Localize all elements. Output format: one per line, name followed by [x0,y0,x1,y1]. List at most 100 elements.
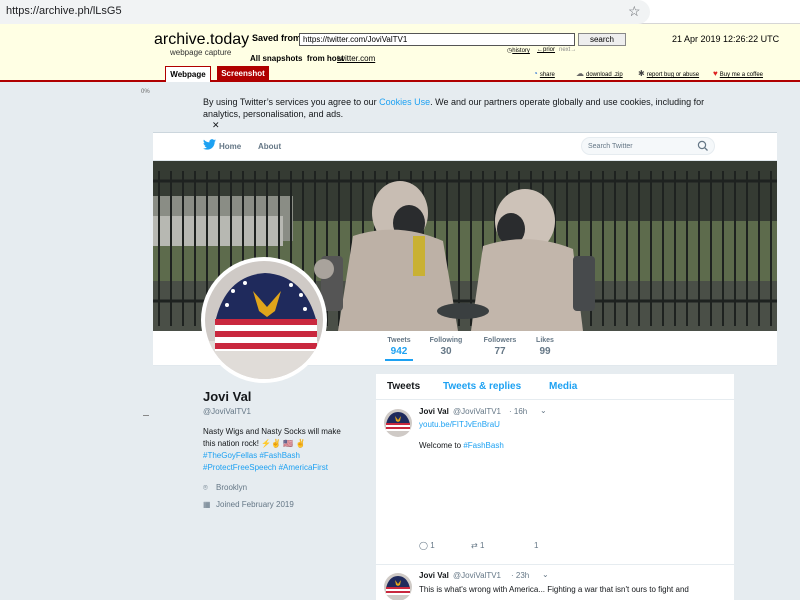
saved-url-input[interactable]: https://twitter.com/JoviValTV1 [299,33,575,46]
tab-media[interactable]: Media [549,381,577,392]
all-snapshots-label: All snapshots from host [250,54,344,63]
coffee-label: Buy me a coffee [719,72,763,78]
cookie-banner: By using Twitter’s services you agree to… [153,93,777,133]
side-marker [143,415,149,416]
share-icon: ◔ [533,69,538,78]
tweet-author-name[interactable]: Jovi Val [419,407,449,416]
heart-icon: ♥ [713,69,718,78]
archived-twitter-page: By using Twitter’s services you agree to… [153,93,777,600]
profile-name[interactable]: Jovi Val [203,389,251,404]
cookie-text-before: By using Twitter’s services you agree to… [203,97,380,107]
tab-webpage[interactable]: Webpage [165,66,211,82]
twitter-nav: Home About Search Twitter [153,133,777,161]
stat-followers-label: Followers [483,337,517,344]
tweet-hashtag[interactable]: #FashBash [463,441,503,450]
tweet-avatar-image [384,409,412,437]
retweet-icon: ⇄ [471,541,478,550]
capture-timestamp: 21 Apr 2019 12:26:22 UTC [672,34,780,44]
stat-tweets-value: 942 [390,346,408,357]
profile-location: ⌾ Brooklyn [203,483,247,493]
scroll-percent: 0% [141,89,150,95]
search-button[interactable]: search [578,33,626,46]
stat-tweets-label: Tweets [387,337,411,344]
saved-from-label: Saved from [252,33,302,43]
host-link[interactable]: twitter.com [337,54,375,63]
archive-subtitle: webpage capture [170,48,232,57]
share-link[interactable]: ◔ share [533,69,555,78]
tweet-youtube-link[interactable]: youtu.be/FITJvEnBraU [419,420,500,429]
report-label: report bug or abuse [646,72,700,78]
bug-icon: ✱ [638,69,645,78]
history-link[interactable]: ◷history [507,47,530,54]
retweet-button[interactable]: ⇄ 1 [471,541,484,550]
all-snapshots-text: All snapshots [250,54,303,63]
stat-following[interactable]: Following 30 [426,337,466,357]
browser-bar: https://archive.ph/lLsG5 ☆ [0,0,800,24]
stat-likes[interactable]: Likes 99 [533,337,557,357]
report-link[interactable]: ✱ report bug or abuse [638,69,699,78]
bio-hashtags-2[interactable]: #ProtectFreeSpeech #AmericaFirst [203,462,373,474]
tweet-avatar[interactable] [384,573,412,600]
stat-tweets[interactable]: Tweets 942 [385,337,413,361]
profile-joined: ▦ Joined February 2019 [203,500,294,509]
joined-text: Joined February 2019 [216,500,294,509]
stat-following-value: 30 [440,346,452,357]
reply-count: 1 [430,541,435,550]
tweet-time[interactable]: · 23h [511,571,529,580]
twitter-bird-icon[interactable] [203,139,216,150]
avatar-image [205,261,323,379]
next-link[interactable]: next→ [559,47,576,53]
retweet-count: 1 [479,541,485,550]
tab-screenshot[interactable]: Screenshot [217,66,269,82]
bio-line-1: Nasty Wigs and Nasty Socks will make [203,427,341,436]
search-icon[interactable] [697,140,709,152]
stat-followers-value: 77 [494,346,506,357]
bookmark-star-icon[interactable]: ☆ [628,3,641,20]
tweet-author-handle[interactable]: @JoviValTV1 [453,571,501,580]
reply-button[interactable]: ◯ 1 [419,541,435,550]
coffee-link[interactable]: ♥ Buy me a coffee [713,69,763,78]
calendar-icon: ▦ [203,500,211,509]
tab-tweets[interactable]: Tweets [387,381,420,392]
tab-tweets-replies[interactable]: Tweets & replies [443,381,521,392]
download-label: download .zip [586,72,623,78]
twitter-search-input[interactable]: Search Twitter [581,137,715,155]
profile-avatar[interactable] [201,257,327,383]
tweet-timeline: Tweets Tweets & replies Media Jovi Val @… [376,374,734,600]
tweet-time[interactable]: · 16h [509,407,527,416]
bio-line-2: this nation rock! ⚡✌️ 🇺🇸 ✌️ [203,439,306,448]
like-button[interactable]: ♡1 [534,541,538,550]
chevron-down-icon[interactable]: ⌄ [542,570,549,579]
chevron-down-icon[interactable]: ⌄ [540,406,547,415]
history-label: history [512,48,530,54]
reply-icon: ◯ [419,541,428,550]
profile-handle[interactable]: @JoviValTV1 [203,407,251,416]
address-bar[interactable]: https://archive.ph/lLsG5 [0,0,650,24]
like-count: 1 [534,541,539,550]
tweet-text: This is what's wrong with America... Fig… [419,585,689,594]
archive-header: archive.today webpage capture Saved from… [0,24,800,82]
share-label: share [539,72,555,78]
archive-logo[interactable]: archive.today [154,31,249,49]
profile-bio: Nasty Wigs and Nasty Socks will make thi… [203,426,373,474]
address-url[interactable]: https://archive.ph/lLsG5 [6,5,122,17]
timeline-tabs: Tweets Tweets & replies Media [376,374,734,400]
tweet-author-name[interactable]: Jovi Val [419,571,449,580]
nav-about[interactable]: About [258,142,281,151]
tweet-item[interactable]: Jovi Val @JoviValTV1 · 16h ⌄ youtu.be/FI… [376,401,734,565]
stat-followers[interactable]: Followers 77 [480,337,520,357]
tweet-text-prefix: Welcome to [419,441,464,450]
location-pin-icon: ⌾ [203,483,208,492]
tweet-item[interactable]: Jovi Val @JoviValTV1 · 23h ⌄ This is wha… [376,565,734,600]
prior-link[interactable]: ←prior [537,47,555,53]
tweet-author-handle[interactable]: @JoviValTV1 [453,407,501,416]
cookies-use-link[interactable]: Cookies Use [379,97,430,107]
bio-hashtags-1[interactable]: #TheGoyFellas #FashBash [203,450,373,462]
location-text: Brooklyn [216,483,248,492]
close-icon[interactable]: ✕ [212,120,220,131]
download-link[interactable]: ☁ download .zip [576,69,623,78]
tweet-text: Welcome to #FashBash [419,441,504,450]
stat-likes-label: Likes [536,337,554,344]
nav-home[interactable]: Home [219,142,241,151]
tweet-avatar[interactable] [384,409,412,437]
